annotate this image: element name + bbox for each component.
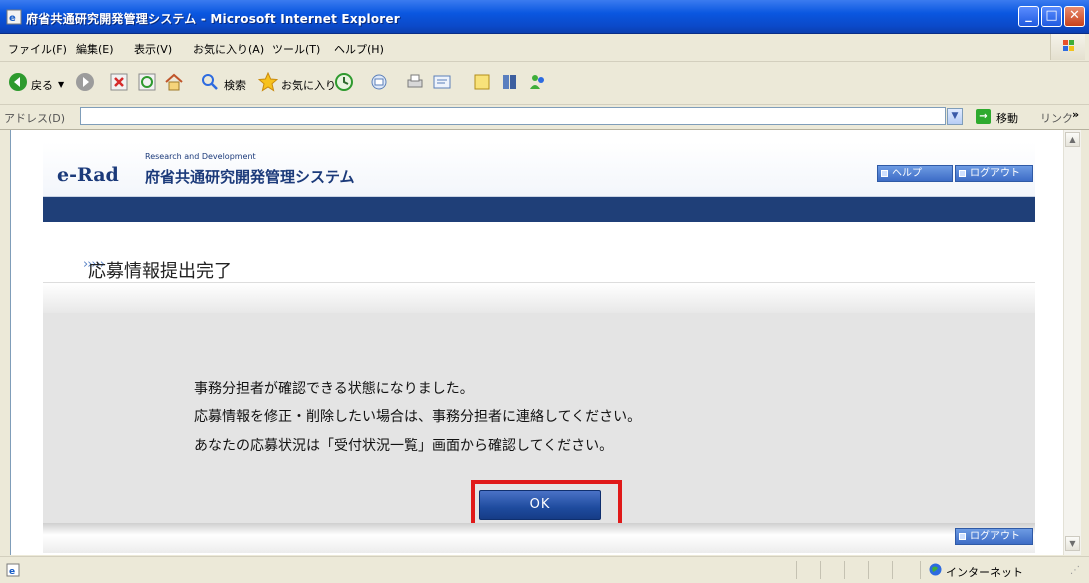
svg-text:e: e [9, 567, 15, 577]
message-line-1: 事務分担者が確認できる状態になりました。 [194, 381, 474, 397]
erad-logo: e-Rad Research and Development 府省共通研究開発管… [57, 152, 355, 194]
logo-mark: e-Rad [57, 164, 119, 186]
back-label[interactable]: 戻る [31, 77, 53, 93]
status-divider [868, 561, 869, 579]
status-divider [796, 561, 797, 579]
menu-tools[interactable]: ツール(T) [272, 41, 320, 57]
favorites-star-icon[interactable] [258, 72, 278, 92]
menu-view[interactable]: 表示(V) [134, 41, 172, 57]
windows-logo-icon [1050, 34, 1085, 60]
toolbar: 戻る ▼ 検索 お気に入り [0, 62, 1089, 105]
logo-subtitle: Research and Development [145, 152, 256, 161]
page-title: 応募情報提出完了 [88, 261, 232, 282]
messenger-icon[interactable] [528, 72, 548, 92]
menu-file[interactable]: ファイル(F) [8, 41, 67, 57]
go-button[interactable]: 移動 [996, 110, 1018, 126]
footer-band [43, 523, 1035, 553]
logout-icon [959, 170, 966, 177]
status-divider [820, 561, 821, 579]
ok-button[interactable]: OK [479, 490, 601, 520]
close-button[interactable]: ✕ [1064, 6, 1085, 27]
help-icon [881, 170, 888, 177]
menu-favorites[interactable]: お気に入り(A) [193, 41, 264, 57]
message-line-3: あなたの応募状況は「受付状況一覧」画面から確認してください。 [194, 438, 614, 454]
history-icon[interactable] [334, 72, 354, 92]
search-icon[interactable] [200, 72, 220, 92]
message-line-2: 応募情報を修正・削除したい場合は、事務分担者に連絡してください。 [194, 409, 642, 425]
links-label[interactable]: リンク [1040, 110, 1073, 126]
svg-text:e: e [9, 13, 16, 24]
page-status-icon: e [6, 563, 20, 577]
discuss-icon[interactable] [472, 72, 492, 92]
back-icon[interactable] [8, 72, 28, 92]
links-chevron-icon[interactable]: » [1072, 108, 1079, 121]
status-divider [844, 561, 845, 579]
security-zone-label: インターネット [946, 566, 1023, 579]
edit-icon[interactable] [432, 72, 452, 92]
internet-globe-icon [929, 563, 942, 576]
back-dropdown-icon[interactable]: ▼ [58, 80, 64, 89]
help-label: ヘルプ [892, 168, 922, 179]
menu-edit[interactable]: 編集(E) [76, 41, 114, 57]
footer-logout-label: ログアウト [970, 531, 1020, 542]
maximize-button[interactable]: □ [1041, 6, 1062, 27]
research-icon[interactable] [500, 72, 520, 92]
title-bar: e 府省共通研究開発管理システム - Microsoft Internet Ex… [0, 0, 1089, 34]
resize-grip-icon[interactable]: ⋰ [1070, 565, 1080, 576]
minimize-button[interactable]: _ [1018, 6, 1039, 27]
status-bar: e インターネット ⋰ [0, 556, 1089, 583]
help-button[interactable]: ヘルプ [877, 165, 953, 182]
mail-icon[interactable] [370, 72, 390, 92]
favorites-label[interactable]: お気に入り [281, 77, 336, 93]
logo-title: 府省共通研究開発管理システム [145, 168, 355, 186]
footer-logout-button[interactable]: ログアウト [955, 528, 1033, 545]
go-arrow-icon[interactable]: → [976, 109, 991, 124]
home-icon[interactable] [164, 72, 184, 92]
ie-page-icon: e [6, 9, 22, 25]
address-dropdown-icon[interactable]: ▼ [947, 108, 963, 125]
status-divider [920, 561, 921, 579]
window-title: 府省共通研究開発管理システム - Microsoft Internet Expl… [26, 12, 400, 26]
nav-band [43, 197, 1035, 222]
separator-band [43, 282, 1035, 313]
menu-bar: ファイル(F) 編集(E) 表示(V) お気に入り(A) ツール(T) ヘルプ(… [0, 34, 1089, 62]
address-label: アドレス(D) [4, 112, 66, 125]
ie-window: e 府省共通研究開発管理システム - Microsoft Internet Ex… [0, 0, 1089, 583]
vertical-scrollbar[interactable]: ▲ ▼ [1063, 130, 1081, 555]
stop-icon[interactable] [109, 72, 129, 92]
print-icon[interactable] [405, 72, 425, 92]
status-divider [892, 561, 893, 579]
scroll-down-icon[interactable]: ▼ [1065, 536, 1080, 551]
scroll-up-icon[interactable]: ▲ [1065, 132, 1080, 147]
menu-help[interactable]: ヘルプ(H) [334, 41, 384, 57]
address-input[interactable] [80, 107, 946, 125]
web-content: e-Rad Research and Development 府省共通研究開発管… [10, 130, 1063, 555]
refresh-icon[interactable] [137, 72, 157, 92]
forward-icon[interactable] [75, 72, 95, 92]
search-label[interactable]: 検索 [224, 77, 246, 93]
footer-logout-icon [959, 533, 966, 540]
logout-button[interactable]: ログアウト [955, 165, 1033, 182]
address-bar: アドレス(D) ▼ → 移動 リンク » [0, 105, 1089, 130]
logout-label: ログアウト [970, 168, 1020, 179]
